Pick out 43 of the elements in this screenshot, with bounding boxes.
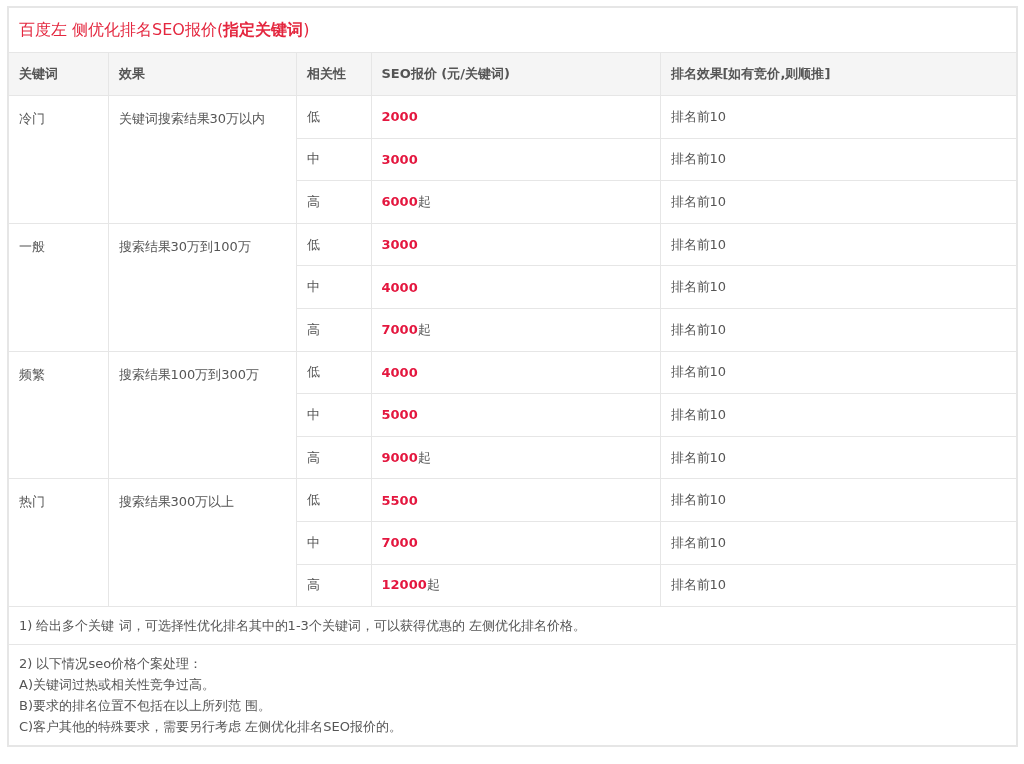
price-cell: 9000起 [371,436,660,479]
column-header: 关键词 [8,52,108,96]
column-header: 排名效果[如有竞价,则顺推] [660,52,1017,96]
table-cell: 高 [296,180,371,224]
price-cell: 6000起 [371,180,660,224]
price-cell: 4000 [371,351,660,394]
price-cell: 3000 [371,138,660,181]
table-cell: 低 [296,223,371,266]
column-header: SEO报价 (元/关键词) [371,52,660,96]
table-cell: 搜索结果30万到100万 [108,223,296,352]
note-text: A)关键词过热或相关性竞争过高。 [19,676,215,695]
price-cell: 4000 [371,265,660,309]
table-cell: 低 [296,95,371,139]
table-cell: 中 [296,265,371,309]
column-header: 相关性 [296,52,371,96]
table-cell: 一般 [8,223,108,352]
price-cell: 7000起 [371,308,660,352]
table-cell: 低 [296,478,371,522]
table-cell: 搜索结果100万到300万 [108,351,296,479]
note-text: 2) 以下情况seo价格个案处理： [19,655,203,674]
price-cell: 2000 [371,95,660,139]
note-text: B)要求的排名位置不包括在以上所列范 围。 [19,697,272,716]
table-cell: 中 [296,393,371,437]
note-text: C)客户其他的特殊要求，需要另行考虑 左侧优化排名SEO报价的。 [19,718,402,737]
price-cell: 7000 [371,521,660,565]
column-header: 效果 [108,52,296,96]
price-cell: 3000 [371,223,660,266]
table-cell: 低 [296,351,371,394]
table-cell: 高 [296,308,371,352]
table-cell: 搜索结果300万以上 [108,478,296,607]
table-cell: 频繁 [8,351,108,479]
table-cell: 冷门 [8,95,108,224]
table-title: 百度左 侧优化排名SEO报价(指定关键词) [19,19,310,39]
table-cell: 热门 [8,478,108,607]
table-cell: 高 [296,564,371,607]
table-cell: 中 [296,521,371,565]
price-cell: 12000起 [371,564,660,607]
note-text: 1) 给出多个关键 词，可选择性优化排名其中的1-3个关键词，可以获得优惠的 左侧优化排名价格。 [19,617,586,636]
price-cell: 5500 [371,478,660,522]
table-cell: 关键词搜索结果30万以内 [108,95,296,224]
table-cell: 中 [296,138,371,181]
price-cell: 5000 [371,393,660,437]
table-cell: 高 [296,436,371,479]
